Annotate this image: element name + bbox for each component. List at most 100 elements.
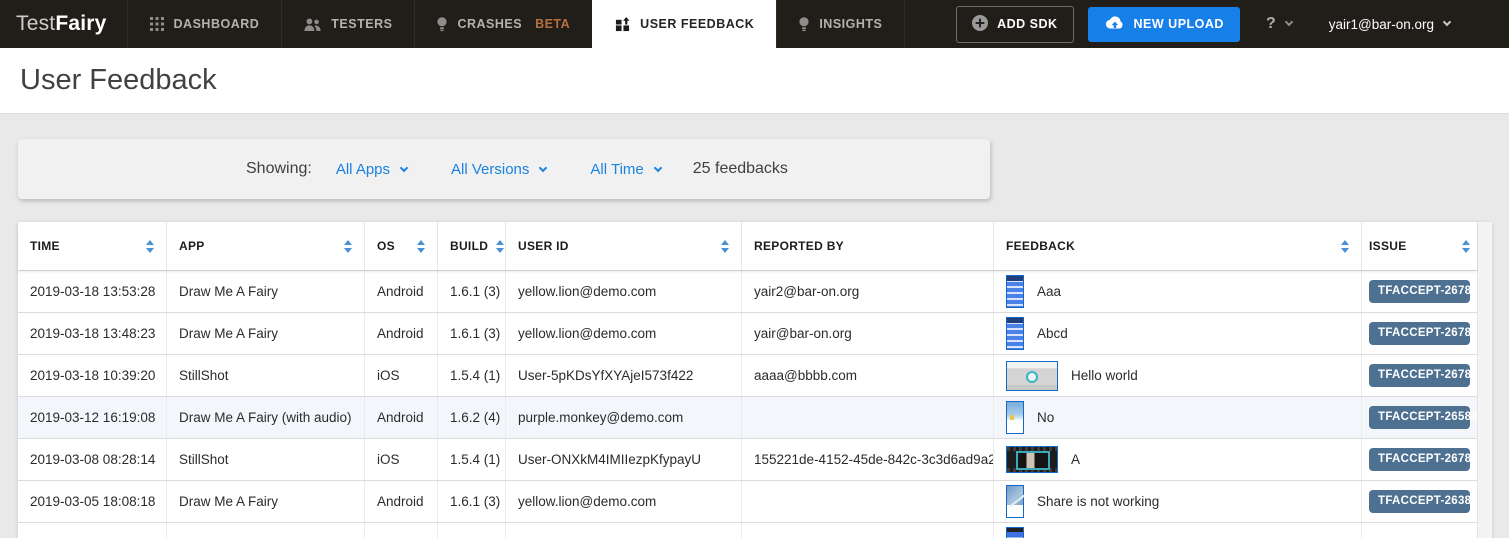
cell-app: StillShot — [167, 439, 365, 480]
feedback-thumbnail[interactable] — [1006, 401, 1024, 434]
account-menu[interactable]: yair1@bar-on.org — [1313, 0, 1466, 48]
feedback-thumbnail[interactable] — [1006, 446, 1058, 473]
feedback-text: Abcd — [1037, 326, 1068, 341]
column-header-time[interactable]: TIME — [18, 222, 167, 270]
cell-user-id: yellow.lion@demo.com — [506, 271, 742, 312]
feedback-text: No — [1037, 410, 1054, 425]
sort-down-arrow-icon — [146, 248, 154, 253]
sort-icon[interactable] — [721, 240, 729, 253]
column-header-os[interactable]: OS — [365, 222, 438, 270]
filter-all-versions[interactable]: All Versions — [451, 161, 546, 178]
issue-badge[interactable]: TFACCEPT-26786 — [1369, 448, 1470, 471]
cell-time: 2019-03-18 10:39:20 — [18, 355, 167, 396]
cell-time: 2019-03-18 13:48:23 — [18, 313, 167, 354]
issue-badge[interactable]: TFACCEPT-26785 — [1369, 280, 1470, 303]
sort-down-arrow-icon — [1462, 248, 1470, 253]
cell-issue: TFACCEPT-26786 — [1362, 439, 1477, 480]
sort-down-arrow-icon — [1341, 248, 1349, 253]
cell-feedback: Hello world — [994, 355, 1362, 396]
sort-down-arrow-icon — [496, 248, 504, 253]
help-question-icon: ? — [1266, 15, 1276, 33]
feedback-thumbnail[interactable] — [1006, 275, 1024, 308]
table-scrollbar[interactable] — [1477, 222, 1492, 538]
sort-icon[interactable] — [344, 240, 352, 253]
sort-up-arrow-icon — [496, 240, 504, 245]
feedback-thumbnail[interactable] — [1006, 317, 1024, 350]
top-nav: TestFairy DASHBOARD TESTERS CRASHES BETA… — [0, 0, 1509, 48]
cell-issue: TFACCEPT-26784 — [1362, 355, 1477, 396]
cell-issue: TFACCEPT-26584 — [1362, 397, 1477, 438]
sort-down-arrow-icon — [721, 248, 729, 253]
nav-item-testers[interactable]: TESTERS — [281, 0, 414, 48]
column-header-issue[interactable]: ISSUE — [1362, 222, 1477, 270]
sort-icon[interactable] — [146, 240, 154, 253]
filter-bar: Showing: All Apps All Versions All Time … — [18, 139, 990, 199]
nav-item-crashes[interactable]: CRASHES BETA — [414, 0, 592, 48]
add-sdk-button[interactable]: ADD SDK — [956, 6, 1073, 43]
table-row[interactable]: 2019-03-12 16:19:08 Draw Me A Fairy (wit… — [18, 396, 1477, 438]
sort-down-arrow-icon — [344, 248, 352, 253]
nav-item-dashboard[interactable]: DASHBOARD — [127, 0, 282, 48]
sort-down-arrow-icon — [417, 248, 425, 253]
sort-icon[interactable] — [1341, 240, 1349, 253]
feedback-thumbnail[interactable] — [1006, 527, 1024, 538]
column-header-reported-by: REPORTED BY — [742, 222, 994, 270]
table-row[interactable]: 2019-03-18 13:53:28 Draw Me A Fairy Andr… — [18, 270, 1477, 312]
column-header-app[interactable]: APP — [167, 222, 365, 270]
cell-user-id — [506, 523, 742, 538]
sort-up-arrow-icon — [417, 240, 425, 245]
help-menu[interactable]: ? — [1240, 15, 1312, 33]
sort-icon[interactable] — [417, 240, 425, 253]
cell-time: 2019-03-18 13:53:28 — [18, 271, 167, 312]
column-header-feedback[interactable]: FEEDBACK — [994, 222, 1362, 270]
cell-user-id: yellow.lion@demo.com — [506, 313, 742, 354]
issue-badge[interactable]: TFACCEPT-26384 — [1369, 490, 1470, 513]
table-body: 2019-03-18 13:53:28 Draw Me A Fairy Andr… — [18, 270, 1477, 538]
column-header-user-id[interactable]: USER ID — [506, 222, 742, 270]
chevron-down-icon — [654, 164, 662, 172]
nav-item-user-feedback[interactable]: USER FEEDBACK — [592, 0, 776, 48]
column-header-build[interactable]: BUILD — [438, 222, 506, 270]
sort-up-arrow-icon — [1341, 240, 1349, 245]
issue-badge[interactable]: TFACCEPT-26584 — [1369, 406, 1470, 429]
table-row[interactable] — [18, 522, 1477, 538]
cell-build: 1.6.1 (3) — [438, 313, 506, 354]
user-feedback-widgets-icon — [615, 17, 630, 32]
cell-build: 1.6.1 (3) — [438, 271, 506, 312]
cell-os — [365, 523, 438, 538]
cell-app: Draw Me A Fairy — [167, 313, 365, 354]
table-row[interactable]: 2019-03-18 13:48:23 Draw Me A Fairy Andr… — [18, 312, 1477, 354]
filter-all-time[interactable]: All Time — [590, 161, 660, 178]
cell-user-id: User-5pKDsYfXYAjeI573f422 — [506, 355, 742, 396]
add-sdk-label: ADD SDK — [997, 17, 1057, 31]
feedback-thumbnail[interactable] — [1006, 361, 1058, 391]
nav-item-insights[interactable]: INSIGHTS — [776, 0, 905, 48]
sort-up-arrow-icon — [344, 240, 352, 245]
cell-user-id: purple.monkey@demo.com — [506, 397, 742, 438]
issue-badge[interactable]: TFACCEPT-26784 — [1369, 364, 1470, 387]
cell-os: Android — [365, 313, 438, 354]
table-row[interactable]: 2019-03-18 10:39:20 StillShot iOS 1.5.4 … — [18, 354, 1477, 396]
chevron-down-icon — [1443, 18, 1451, 26]
filter-all-apps[interactable]: All Apps — [336, 161, 407, 178]
testfairy-logo[interactable]: TestFairy — [0, 0, 127, 48]
cell-os: Android — [365, 271, 438, 312]
cell-feedback: A — [994, 439, 1362, 480]
cell-user-id: User-ONXkM4IMIIezpKfypayU — [506, 439, 742, 480]
new-upload-button[interactable]: NEW UPLOAD — [1088, 7, 1240, 42]
sort-icon[interactable] — [1462, 240, 1470, 253]
account-email: yair1@bar-on.org — [1329, 17, 1434, 32]
cell-app: Draw Me A Fairy (with audio) — [167, 397, 365, 438]
table-row[interactable]: 2019-03-08 08:28:14 StillShot iOS 1.5.4 … — [18, 438, 1477, 480]
feedback-thumbnail[interactable] — [1006, 485, 1024, 518]
feedback-count: 25 feedbacks — [693, 160, 788, 178]
cell-app: Draw Me A Fairy — [167, 271, 365, 312]
plus-circle-icon — [972, 15, 988, 34]
cell-app: Draw Me A Fairy — [167, 481, 365, 522]
table-row[interactable]: 2019-03-05 18:08:18 Draw Me A Fairy Andr… — [18, 480, 1477, 522]
issue-badge[interactable]: TFACCEPT-26781 — [1369, 322, 1470, 345]
sort-icon[interactable] — [496, 240, 504, 253]
feedback-table: TIME APP OS BUILD USER ID — [18, 222, 1492, 538]
cell-reported-by: yair2@bar-on.org — [742, 271, 994, 312]
cell-issue: TFACCEPT-26785 — [1362, 271, 1477, 312]
